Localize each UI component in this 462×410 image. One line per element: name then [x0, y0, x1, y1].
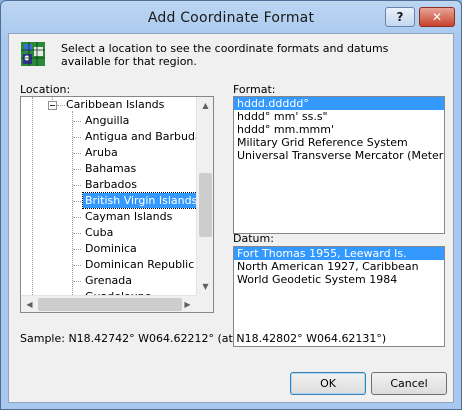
format-option[interactable]: hddd.ddddd° — [234, 97, 444, 110]
datum-option[interactable]: North American 1927, Caribbean — [234, 260, 444, 273]
scroll-thumb[interactable] — [199, 173, 212, 237]
tree-node-dominican-republic[interactable]: Dominican Republic — [21, 257, 196, 273]
tree-guide-line — [73, 217, 81, 218]
collapse-toggle-icon[interactable] — [48, 101, 57, 110]
sample-coordinates: Sample: N18.42742° W064.62212° (at N18.4… — [20, 332, 387, 345]
scrollbar-corner — [196, 295, 213, 312]
tree-node-label: Cuba — [85, 226, 114, 239]
tree-guide-line — [73, 169, 81, 170]
tree-node-label: Grenada — [85, 274, 133, 287]
tree-node-caribbean-islands[interactable]: Caribbean Islands — [21, 97, 196, 113]
tree-guide-line — [73, 249, 81, 250]
tree-node-barbados[interactable]: Barbados — [21, 177, 196, 193]
tree-node-dominica[interactable]: Dominica — [21, 241, 196, 257]
tree-node-label: British Virgin Islands — [81, 192, 196, 209]
tree-node-label: Dominican Republic — [85, 258, 195, 271]
dialog-body: Select a location to see the coordinate … — [8, 33, 454, 403]
scroll-right-arrow-icon[interactable]: ▶ — [179, 296, 196, 312]
format-option[interactable]: Universal Transverse Mercator (Meters) — [234, 149, 444, 162]
cancel-button[interactable]: Cancel — [371, 372, 447, 395]
scroll-down-arrow-icon[interactable]: ▼ — [197, 278, 213, 295]
scroll-thumb[interactable] — [38, 298, 182, 311]
tree-node-grenada[interactable]: Grenada — [21, 273, 196, 289]
format-option[interactable]: hddd° mm' ss.s" — [234, 110, 444, 123]
location-vertical-scrollbar[interactable]: ▲ ▼ — [196, 97, 213, 295]
location-tree[interactable]: Caribbean Islands Anguilla Antigua and Ba… — [20, 96, 214, 313]
help-button[interactable]: ? — [385, 7, 415, 27]
tree-node-cuba[interactable]: Cuba — [21, 225, 196, 241]
tree-node-label: Anguilla — [85, 114, 130, 127]
tree-node-label: Antigua and Barbuda — [85, 130, 196, 143]
scroll-left-arrow-icon[interactable]: ◀ — [21, 296, 38, 312]
format-option[interactable]: hddd° mm.mmm' — [234, 123, 444, 136]
format-option[interactable]: Military Grid Reference System — [234, 136, 444, 149]
tree-guide-line — [73, 265, 81, 266]
tree-guide-line — [73, 201, 81, 202]
tree-guide-line — [73, 153, 81, 154]
datum-label: Datum: — [233, 232, 274, 245]
globe-grid-icon — [21, 42, 45, 66]
tree-node-label: Caribbean Islands — [66, 98, 165, 111]
format-label: Format: — [233, 83, 276, 96]
tree-node-label: Aruba — [85, 146, 118, 159]
intro-text: Select a location to see the coordinate … — [61, 42, 389, 68]
location-tree-viewport: Caribbean Islands Anguilla Antigua and Ba… — [21, 97, 196, 295]
location-horizontal-scrollbar[interactable]: ◀ ▶ — [21, 295, 196, 312]
title-bar[interactable]: Add Coordinate Format ? ✕ — [1, 1, 461, 33]
tree-node-bahamas[interactable]: Bahamas — [21, 161, 196, 177]
tree-node-label: Dominica — [85, 242, 137, 255]
scroll-up-arrow-icon[interactable]: ▲ — [197, 97, 213, 114]
tree-guide-line — [73, 233, 81, 234]
tree-guide-line — [73, 121, 81, 122]
tree-node-british-virgin-islands[interactable]: British Virgin Islands — [21, 192, 196, 209]
tree-guide-line — [73, 281, 81, 282]
tree-node-cayman-islands[interactable]: Cayman Islands — [21, 209, 196, 225]
tree-node-label: Cayman Islands — [85, 210, 173, 223]
datum-option[interactable]: Fort Thomas 1955, Leeward Is. — [234, 247, 444, 260]
location-label: Location: — [20, 83, 71, 96]
tree-node-label: Bahamas — [85, 162, 137, 175]
tree-guide-line — [73, 185, 81, 186]
tree-node-anguilla[interactable]: Anguilla — [21, 113, 196, 129]
tree-node-aruba[interactable]: Aruba — [21, 145, 196, 161]
tree-node-antigua-and-barbuda[interactable]: Antigua and Barbuda — [21, 129, 196, 145]
dialog-window: Add Coordinate Format ? ✕ Select a locat… — [0, 0, 462, 410]
datum-option[interactable]: World Geodetic System 1984 — [234, 273, 444, 286]
format-list[interactable]: hddd.ddddd° hddd° mm' ss.s" hddd° mm.mmm' M… — [233, 96, 445, 234]
tree-node-label: Barbados — [85, 178, 137, 191]
tree-guide-line — [73, 137, 81, 138]
close-button[interactable]: ✕ — [419, 7, 455, 27]
ok-button[interactable]: OK — [290, 372, 366, 395]
